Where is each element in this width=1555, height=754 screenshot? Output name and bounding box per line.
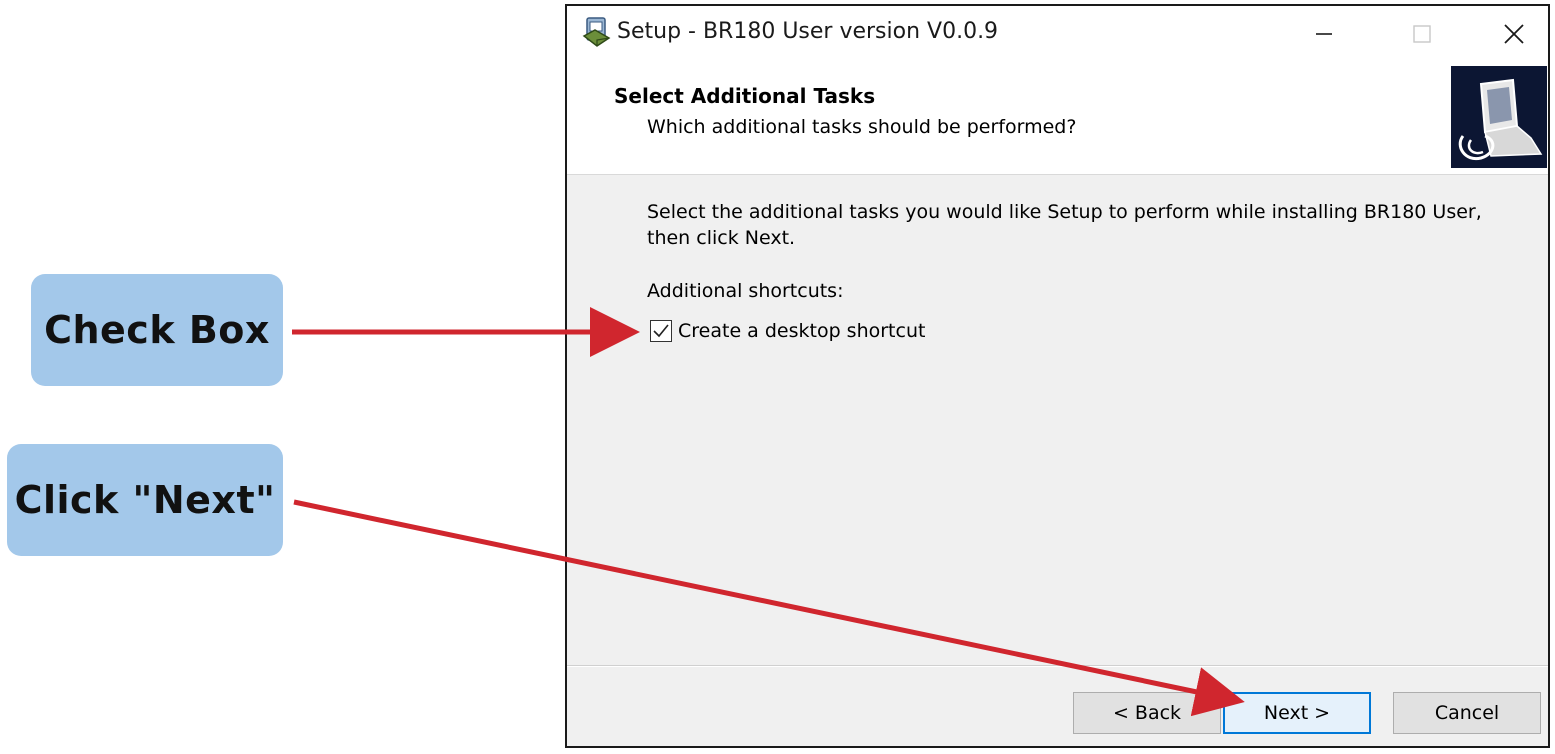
minimize-icon: [1316, 33, 1332, 35]
maximize-icon: [1413, 25, 1431, 43]
cancel-button[interactable]: Cancel: [1393, 692, 1541, 734]
setup-computer-icon: [1451, 66, 1547, 168]
window-title: Setup - BR180 User version V0.0.9: [617, 19, 999, 44]
desktop-shortcut-checkbox[interactable]: [650, 320, 672, 342]
checkmark-icon: [653, 324, 669, 338]
desktop-shortcut-label[interactable]: Create a desktop shortcut: [678, 320, 925, 342]
click-next-callout-text: Click "Next": [14, 478, 276, 522]
instructions-text: Select the additional tasks you would li…: [647, 201, 1482, 249]
maximize-button: [1378, 6, 1466, 62]
desktop-shortcut-option[interactable]: Create a desktop shortcut: [650, 320, 925, 342]
installer-icon: [582, 17, 611, 47]
next-button[interactable]: Next >: [1223, 692, 1371, 734]
additional-shortcuts-label: Additional shortcuts:: [647, 280, 844, 302]
setup-window: Setup - BR180 User version V0.0.9 Select…: [565, 4, 1550, 748]
back-button[interactable]: < Back: [1073, 692, 1221, 734]
close-icon: [1504, 24, 1524, 44]
wizard-header: Select Additional Tasks Which additional…: [567, 62, 1548, 175]
page-title: Select Additional Tasks: [614, 84, 876, 108]
click-next-callout: Click "Next": [7, 444, 283, 556]
check-box-callout-text: Check Box: [44, 308, 270, 352]
page-subtitle: Which additional tasks should be perform…: [647, 116, 1077, 138]
minimize-button[interactable]: [1280, 6, 1368, 62]
tutorial-screenshot: Check Box Click "Next" Setup - BR180 Use…: [0, 0, 1555, 754]
check-box-callout: Check Box: [31, 274, 283, 386]
footer-divider: [567, 665, 1548, 667]
title-bar: Setup - BR180 User version V0.0.9: [567, 6, 1548, 62]
close-button[interactable]: [1470, 6, 1555, 62]
